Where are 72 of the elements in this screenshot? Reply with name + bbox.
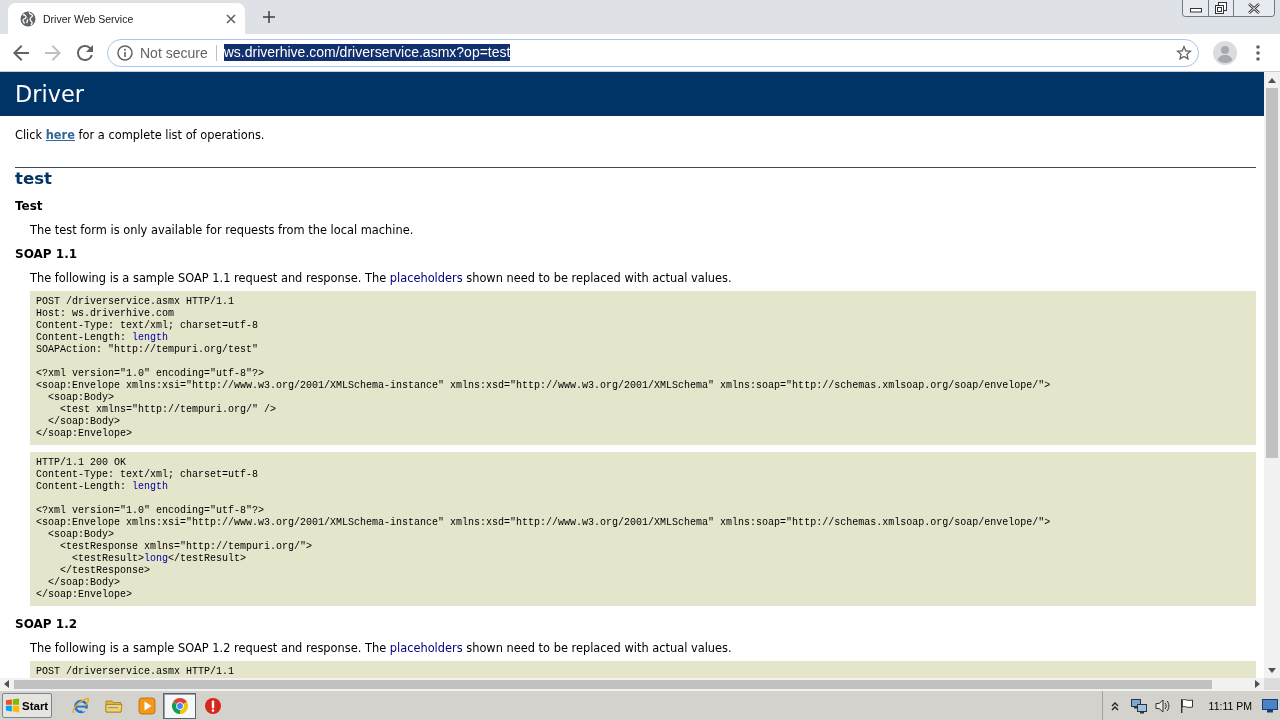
play-icon [137,696,156,715]
banner-title: Driver [15,80,84,108]
close-icon [1247,2,1261,14]
e-logo-icon [71,696,90,715]
section-text: The following is a sample SOAP 1.1 request and response. The placeholders shown need to be replaced with actual values. [30,271,732,285]
section-heading: SOAP 1.1 [15,246,78,262]
section-heading: Test [15,198,43,214]
code-line: <testResult>long</testResult> [72,553,247,565]
flag-icon[interactable] [1178,697,1195,714]
code-line: Content-Type: text/xml; charset=utf-8 [36,469,259,481]
scroll-up-icon[interactable] [1268,78,1276,83]
speaker-icon[interactable] [1154,697,1171,714]
code-line: </soap:Body> [48,577,120,589]
browser-tab[interactable]: Driver Web Service [8,3,245,34]
browser-logo-icon [170,696,189,715]
operation-title: test [15,169,52,189]
close-icon[interactable] [226,13,236,24]
windows-logo-icon [5,698,20,713]
chevron-up-icon[interactable] [1110,700,1119,711]
network-icon[interactable] [1130,697,1147,714]
code-line: <test xmlns="http://tempuri.org/" /> [60,404,277,416]
show-desktop-icon[interactable] [1262,698,1278,713]
minimize-button[interactable] [1183,0,1209,16]
code-line: HTTP/1.1 200 OK [36,457,126,469]
code-line: Content-Type: text/xml; charset=utf-8 [36,320,259,332]
url-text[interactable]: ws.driverhive.com/driverservice.asmx?op=test [223,44,511,61]
code-line: Content-Length: length [36,332,169,344]
code-line: Host: ws.driverhive.com [36,308,175,320]
operations-link[interactable]: here [45,128,75,142]
menu-dots-icon[interactable] [1256,44,1260,61]
vertical-scrollbar[interactable] [1264,72,1280,678]
code-line: </soap:Envelope> [36,589,132,601]
scroll-right-icon[interactable] [1255,680,1260,688]
intro-text: Click here for a complete list of operations. [15,128,265,142]
taskbar-button[interactable] [163,692,196,719]
code-line: POST /driverservice.asmx HTTP/1.1 [36,296,235,308]
section-text: The following is a sample SOAP 1.2 request and response. The placeholders shown need to be replaced with actual values. [30,641,732,655]
alert-circle-icon [203,696,222,715]
restore-button[interactable] [1209,0,1234,16]
close-button[interactable] [1234,0,1274,16]
code-line: <testResponse xmlns="http://tempuri.org/"> [60,541,313,553]
restore-icon [1215,2,1227,14]
code-line: <soap:Body> [48,392,114,404]
section-text: The test form is only available for requests from the local machine. [30,223,414,237]
start-button[interactable]: Start [2,693,52,718]
horizontal-scrollbar[interactable] [0,678,1264,690]
scroll-thumb[interactable] [14,679,1212,689]
security-label: Not secure [140,44,208,61]
scroll-left-icon[interactable] [4,680,9,688]
reload-icon[interactable] [77,44,93,61]
star-icon[interactable] [1176,44,1192,61]
code-line: SOAPAction: "http://tempuri.org/test" [36,344,259,356]
scroll-thumb[interactable] [1266,88,1278,458]
code-line: </soap:Envelope> [36,428,132,440]
code-line: Content-Length: length [36,481,169,493]
code-line: <?xml version="1.0" encoding="utf-8"?> [36,505,265,517]
code-line: <?xml version="1.0" encoding="utf-8"?> [36,368,265,380]
code-line: <soap:Envelope xmlns:xsi="http://www.w3.org/2001/XMLSchema-instance" xmlns:xsd="http://www.w3.org/2001/XMLSchema" xmlns:soap="http://schemas.xmlsoap.org/soap/envelope/"> [36,517,1051,529]
code-line: </soap:Body> [48,416,120,428]
code-line: <soap:Envelope xmlns:xsi="http://www.w3.org/2001/XMLSchema-instance" xmlns:xsd="http://www.w3.org/2001/XMLSchema" xmlns:soap="http://schemas.xmlsoap.org/soap/envelope/"> [36,380,1051,392]
globe-icon [20,10,36,27]
section-heading: SOAP 1.2 [15,616,78,632]
code-line: POST /driverservice.asmx HTTP/1.1 [36,666,235,678]
plus-icon[interactable] [263,11,275,23]
scroll-down-icon[interactable] [1268,668,1276,673]
code-line: </testResponse> [60,565,150,577]
minimize-icon [1189,7,1202,13]
code-line: <soap:Body> [48,529,114,541]
scrollbar-corner [1264,678,1280,690]
info-icon [117,44,133,61]
clock-text[interactable]: 11:11 PM [1208,699,1252,712]
back-arrow-icon[interactable] [13,44,29,61]
